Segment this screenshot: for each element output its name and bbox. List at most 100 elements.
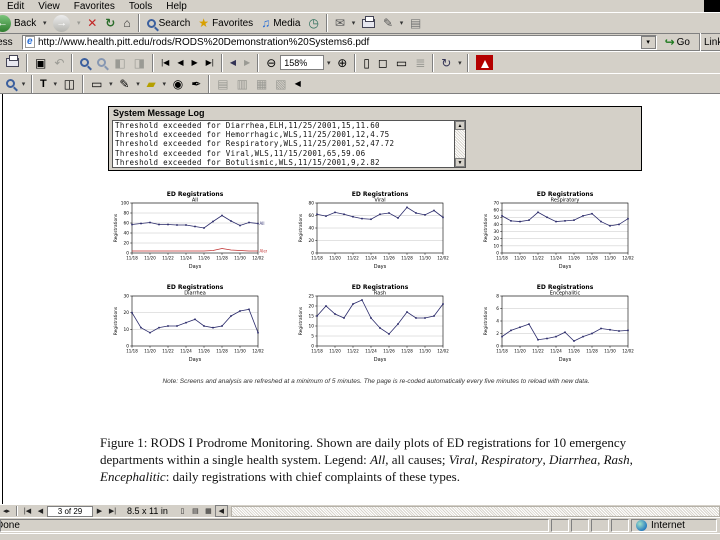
hscroll-left-button[interactable]: ◀ xyxy=(214,505,228,517)
last-page-button[interactable]: ▶| xyxy=(202,53,218,73)
stop-button[interactable]: ✕ xyxy=(83,13,101,33)
back-dropdown[interactable]: ▾ xyxy=(40,13,49,33)
pdf-print-button[interactable] xyxy=(2,53,23,73)
zoom-in-button[interactable]: ⊕ xyxy=(333,53,351,73)
home-button[interactable]: ⌂ xyxy=(119,13,134,33)
text-select-dropdown[interactable]: ▾ xyxy=(51,74,60,94)
continuous-layout-button[interactable]: ▤ xyxy=(189,505,202,517)
favorites-button[interactable]: ★ Favorites xyxy=(194,13,257,33)
pdf-next-highlight-button[interactable]: ◨ xyxy=(130,53,149,73)
mail-dropdown[interactable]: ▾ xyxy=(349,13,358,33)
pencil-tool-dropdown[interactable]: ▾ xyxy=(133,74,142,94)
toolbar-separator xyxy=(82,74,85,93)
page-indicator[interactable]: 3 of 29 xyxy=(47,505,93,517)
address-field[interactable]: http://www.health.pitt.edu/rods/RODS%20D… xyxy=(22,34,657,50)
snapshot-icon: ▣ xyxy=(35,55,47,70)
svg-text:8: 8 xyxy=(496,294,499,300)
reflow-button[interactable]: ≣ xyxy=(411,53,429,73)
menu-tools[interactable]: Tools xyxy=(122,1,159,12)
menu-favorites[interactable]: Favorites xyxy=(67,1,122,12)
first-page-button[interactable]: |◀ xyxy=(157,53,173,73)
splitter-button[interactable]: ◂▸ xyxy=(0,505,13,517)
collapse-toolbar-button[interactable]: ◀ xyxy=(291,74,305,94)
mail-button[interactable]: ✉ xyxy=(331,13,349,33)
links-label[interactable]: Links xyxy=(704,37,720,48)
previous-view-button[interactable]: ◀ xyxy=(226,53,240,73)
zoom-tool-icon xyxy=(6,79,15,88)
svg-text:Days: Days xyxy=(559,264,572,270)
note-tool-dropdown[interactable]: ▾ xyxy=(106,74,115,94)
history-button[interactable]: ◷ xyxy=(304,13,322,33)
pencil-tool-button[interactable]: ✎ xyxy=(115,74,133,94)
fit-width-button[interactable]: ▭ xyxy=(392,53,411,73)
pdf-find-button[interactable] xyxy=(76,53,93,73)
svg-text:Days: Days xyxy=(189,357,202,363)
forward-button[interactable]: → xyxy=(49,13,74,33)
actual-size-button[interactable]: ▯ xyxy=(359,53,374,73)
go-icon: ↪ xyxy=(664,35,675,49)
window-corner xyxy=(704,0,720,12)
snapshot-tool-button[interactable]: ◫ xyxy=(60,74,79,94)
svg-text:12/02: 12/02 xyxy=(252,256,264,261)
note-icon: ▭ xyxy=(91,76,103,91)
zoom-tool-dropdown[interactable]: ▾ xyxy=(19,74,28,94)
signature-tool-button[interactable]: ✒ xyxy=(187,74,205,94)
status-last-page-button[interactable]: ▶| xyxy=(106,505,119,517)
rotate-button[interactable]: ↻ xyxy=(437,53,455,73)
print-button[interactable] xyxy=(358,13,379,33)
zoom-tool-button[interactable] xyxy=(2,74,19,94)
note-tool-button[interactable]: ▭ xyxy=(87,74,106,94)
pdf-prev-highlight-button[interactable]: ◧ xyxy=(110,53,129,73)
svg-text:11/26: 11/26 xyxy=(383,256,395,261)
comments-panel-button[interactable]: ▦ xyxy=(252,74,271,94)
status-prev-page-button[interactable]: ◀ xyxy=(34,505,47,517)
svg-text:11/28: 11/28 xyxy=(586,256,598,261)
pdf-snapshot-button[interactable]: ▣ xyxy=(31,53,50,73)
media-button[interactable]: ♫ Media xyxy=(257,13,304,33)
menu-edit[interactable]: Edit xyxy=(0,1,31,12)
single-page-layout-button[interactable]: ▯ xyxy=(176,505,189,517)
pdf-status-bar: ◂▸ |◀ ◀ 3 of 29 ▶ ▶| 8.5 x 11 in ▯ ▤ ▦ ◀ xyxy=(0,504,720,517)
edit-dropdown[interactable]: ▾ xyxy=(397,13,406,33)
pdf-find-again-button[interactable] xyxy=(93,53,110,73)
text-select-button[interactable]: T xyxy=(36,74,51,94)
svg-text:Days: Days xyxy=(374,357,387,363)
next-page-button[interactable]: ▶ xyxy=(187,53,201,73)
horizontal-scrollbar[interactable] xyxy=(230,505,720,517)
signatures-panel-button[interactable]: ▧ xyxy=(271,74,290,94)
rotate-dropdown[interactable]: ▾ xyxy=(455,53,464,73)
stamp-tool-button[interactable]: ◉ xyxy=(169,74,187,94)
svg-text:10: 10 xyxy=(309,324,315,330)
status-next-page-button[interactable]: ▶ xyxy=(93,505,106,517)
search-button[interactable]: Search xyxy=(143,13,195,33)
acrobat-logo-button[interactable] xyxy=(472,53,497,73)
svg-text:Registrations: Registrations xyxy=(483,306,489,335)
zoom-dropdown[interactable]: ▾ xyxy=(324,53,333,73)
menu-view[interactable]: View xyxy=(31,1,67,12)
address-dropdown[interactable]: ▾ xyxy=(640,35,656,49)
menu-help[interactable]: Help xyxy=(159,1,194,12)
rotate-icon: ↻ xyxy=(441,55,452,70)
edit-button[interactable]: ✎ xyxy=(379,13,397,33)
fit-page-button[interactable]: ◻ xyxy=(374,53,392,73)
favorites-icon: ★ xyxy=(198,16,210,30)
status-first-page-button[interactable]: |◀ xyxy=(21,505,34,517)
svg-text:6: 6 xyxy=(496,306,499,312)
prev-page-button[interactable]: ◀ xyxy=(173,53,187,73)
svg-text:10: 10 xyxy=(494,243,500,249)
refresh-button[interactable]: ↻ xyxy=(101,13,119,33)
thumbnails-panel-button[interactable]: ▥ xyxy=(233,74,252,94)
zoom-out-button[interactable]: ⊖ xyxy=(262,53,280,73)
back-button[interactable]: ← Back xyxy=(0,13,40,33)
highlighter-tool-button[interactable]: ▰ xyxy=(142,74,159,94)
address-url[interactable]: http://www.health.pitt.edu/rods/RODS%20D… xyxy=(38,37,638,48)
bookmarks-panel-button[interactable]: ▤ xyxy=(213,74,232,94)
discuss-button[interactable]: ▤ xyxy=(406,13,425,33)
zoom-level-combo[interactable]: 158% xyxy=(280,55,325,70)
pdf-undo-button[interactable]: ↶ xyxy=(50,53,68,73)
go-button[interactable]: ↪ Go xyxy=(659,32,696,52)
forward-dropdown[interactable]: ▾ xyxy=(74,13,83,33)
next-view-button[interactable]: ▶ xyxy=(240,53,254,73)
facing-layout-button[interactable]: ▦ xyxy=(202,505,215,517)
highlighter-dropdown[interactable]: ▾ xyxy=(160,74,169,94)
